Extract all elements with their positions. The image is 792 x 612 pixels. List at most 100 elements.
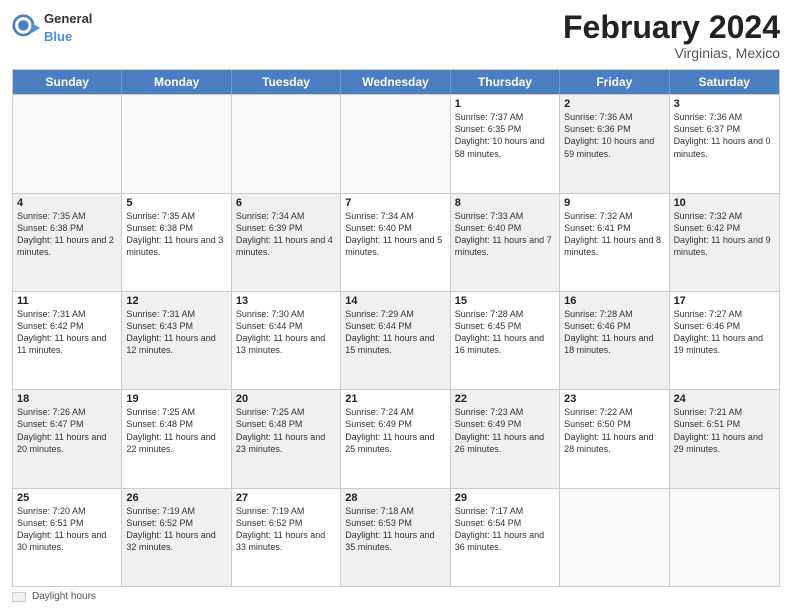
day-number: 25 xyxy=(17,492,117,504)
calendar-cell: 8Sunrise: 7:33 AM Sunset: 6:40 PM Daylig… xyxy=(451,194,560,291)
day-number: 7 xyxy=(345,197,445,209)
daylight-legend-box xyxy=(12,592,26,602)
day-info: Sunrise: 7:24 AM Sunset: 6:49 PM Dayligh… xyxy=(345,406,445,455)
calendar-header-cell: Saturday xyxy=(670,70,779,94)
day-info: Sunrise: 7:21 AM Sunset: 6:51 PM Dayligh… xyxy=(674,406,775,455)
month-title: February 2024 xyxy=(563,10,780,45)
day-number: 29 xyxy=(455,492,555,504)
calendar-cell: 14Sunrise: 7:29 AM Sunset: 6:44 PM Dayli… xyxy=(341,292,450,389)
calendar-cell: 23Sunrise: 7:22 AM Sunset: 6:50 PM Dayli… xyxy=(560,390,669,487)
day-number: 16 xyxy=(564,295,664,307)
calendar-cell: 13Sunrise: 7:30 AM Sunset: 6:44 PM Dayli… xyxy=(232,292,341,389)
day-number: 4 xyxy=(17,197,117,209)
calendar-cell: 20Sunrise: 7:25 AM Sunset: 6:48 PM Dayli… xyxy=(232,390,341,487)
day-info: Sunrise: 7:34 AM Sunset: 6:39 PM Dayligh… xyxy=(236,210,336,259)
day-number: 17 xyxy=(674,295,775,307)
day-info: Sunrise: 7:31 AM Sunset: 6:42 PM Dayligh… xyxy=(17,308,117,357)
day-info: Sunrise: 7:30 AM Sunset: 6:44 PM Dayligh… xyxy=(236,308,336,357)
day-info: Sunrise: 7:29 AM Sunset: 6:44 PM Dayligh… xyxy=(345,308,445,357)
calendar-cell xyxy=(341,95,450,192)
calendar-cell: 1Sunrise: 7:37 AM Sunset: 6:35 PM Daylig… xyxy=(451,95,560,192)
day-number: 19 xyxy=(126,393,226,405)
calendar-row: 1Sunrise: 7:37 AM Sunset: 6:35 PM Daylig… xyxy=(13,94,779,192)
day-number: 3 xyxy=(674,98,775,110)
calendar: SundayMondayTuesdayWednesdayThursdayFrid… xyxy=(12,69,780,587)
calendar-cell xyxy=(122,95,231,192)
header: General Blue February 2024 Virginias, Me… xyxy=(12,10,780,61)
calendar-cell: 27Sunrise: 7:19 AM Sunset: 6:52 PM Dayli… xyxy=(232,489,341,586)
calendar-cell: 17Sunrise: 7:27 AM Sunset: 6:46 PM Dayli… xyxy=(670,292,779,389)
day-info: Sunrise: 7:19 AM Sunset: 6:52 PM Dayligh… xyxy=(126,505,226,554)
footer: Daylight hours xyxy=(12,591,780,602)
day-number: 1 xyxy=(455,98,555,110)
day-info: Sunrise: 7:22 AM Sunset: 6:50 PM Dayligh… xyxy=(564,406,664,455)
calendar-header-cell: Friday xyxy=(560,70,669,94)
calendar-cell xyxy=(560,489,669,586)
calendar-cell: 9Sunrise: 7:32 AM Sunset: 6:41 PM Daylig… xyxy=(560,194,669,291)
calendar-cell: 10Sunrise: 7:32 AM Sunset: 6:42 PM Dayli… xyxy=(670,194,779,291)
day-number: 2 xyxy=(564,98,664,110)
calendar-cell: 18Sunrise: 7:26 AM Sunset: 6:47 PM Dayli… xyxy=(13,390,122,487)
page: General Blue February 2024 Virginias, Me… xyxy=(0,0,792,612)
calendar-cell: 11Sunrise: 7:31 AM Sunset: 6:42 PM Dayli… xyxy=(13,292,122,389)
calendar-cell xyxy=(232,95,341,192)
day-number: 21 xyxy=(345,393,445,405)
calendar-cell: 12Sunrise: 7:31 AM Sunset: 6:43 PM Dayli… xyxy=(122,292,231,389)
day-number: 15 xyxy=(455,295,555,307)
logo-icon xyxy=(12,14,40,42)
day-info: Sunrise: 7:17 AM Sunset: 6:54 PM Dayligh… xyxy=(455,505,555,554)
calendar-header-cell: Wednesday xyxy=(341,70,450,94)
day-info: Sunrise: 7:35 AM Sunset: 6:38 PM Dayligh… xyxy=(17,210,117,259)
day-info: Sunrise: 7:36 AM Sunset: 6:37 PM Dayligh… xyxy=(674,111,775,160)
daylight-label: Daylight hours xyxy=(32,591,96,602)
day-info: Sunrise: 7:25 AM Sunset: 6:48 PM Dayligh… xyxy=(126,406,226,455)
calendar-cell: 16Sunrise: 7:28 AM Sunset: 6:46 PM Dayli… xyxy=(560,292,669,389)
calendar-header-cell: Monday xyxy=(122,70,231,94)
calendar-row: 18Sunrise: 7:26 AM Sunset: 6:47 PM Dayli… xyxy=(13,389,779,487)
calendar-header-cell: Thursday xyxy=(451,70,560,94)
calendar-cell: 2Sunrise: 7:36 AM Sunset: 6:36 PM Daylig… xyxy=(560,95,669,192)
day-number: 10 xyxy=(674,197,775,209)
logo: General Blue xyxy=(12,10,92,46)
calendar-cell: 24Sunrise: 7:21 AM Sunset: 6:51 PM Dayli… xyxy=(670,390,779,487)
calendar-cell: 26Sunrise: 7:19 AM Sunset: 6:52 PM Dayli… xyxy=(122,489,231,586)
day-info: Sunrise: 7:25 AM Sunset: 6:48 PM Dayligh… xyxy=(236,406,336,455)
day-info: Sunrise: 7:28 AM Sunset: 6:46 PM Dayligh… xyxy=(564,308,664,357)
calendar-cell: 25Sunrise: 7:20 AM Sunset: 6:51 PM Dayli… xyxy=(13,489,122,586)
day-info: Sunrise: 7:23 AM Sunset: 6:49 PM Dayligh… xyxy=(455,406,555,455)
calendar-header-cell: Sunday xyxy=(13,70,122,94)
calendar-header-cell: Tuesday xyxy=(232,70,341,94)
day-info: Sunrise: 7:33 AM Sunset: 6:40 PM Dayligh… xyxy=(455,210,555,259)
logo-general-text: General Blue xyxy=(44,10,92,46)
day-info: Sunrise: 7:27 AM Sunset: 6:46 PM Dayligh… xyxy=(674,308,775,357)
calendar-cell: 29Sunrise: 7:17 AM Sunset: 6:54 PM Dayli… xyxy=(451,489,560,586)
day-number: 24 xyxy=(674,393,775,405)
calendar-cell: 6Sunrise: 7:34 AM Sunset: 6:39 PM Daylig… xyxy=(232,194,341,291)
calendar-cell: 21Sunrise: 7:24 AM Sunset: 6:49 PM Dayli… xyxy=(341,390,450,487)
day-number: 12 xyxy=(126,295,226,307)
calendar-body: 1Sunrise: 7:37 AM Sunset: 6:35 PM Daylig… xyxy=(13,94,779,586)
day-info: Sunrise: 7:26 AM Sunset: 6:47 PM Dayligh… xyxy=(17,406,117,455)
day-info: Sunrise: 7:19 AM Sunset: 6:52 PM Dayligh… xyxy=(236,505,336,554)
location-subtitle: Virginias, Mexico xyxy=(563,45,780,61)
calendar-row: 11Sunrise: 7:31 AM Sunset: 6:42 PM Dayli… xyxy=(13,291,779,389)
day-info: Sunrise: 7:37 AM Sunset: 6:35 PM Dayligh… xyxy=(455,111,555,160)
calendar-cell: 19Sunrise: 7:25 AM Sunset: 6:48 PM Dayli… xyxy=(122,390,231,487)
calendar-row: 25Sunrise: 7:20 AM Sunset: 6:51 PM Dayli… xyxy=(13,488,779,586)
day-number: 8 xyxy=(455,197,555,209)
day-info: Sunrise: 7:18 AM Sunset: 6:53 PM Dayligh… xyxy=(345,505,445,554)
day-number: 26 xyxy=(126,492,226,504)
calendar-cell xyxy=(13,95,122,192)
day-number: 18 xyxy=(17,393,117,405)
calendar-header-row: SundayMondayTuesdayWednesdayThursdayFrid… xyxy=(13,70,779,94)
day-number: 20 xyxy=(236,393,336,405)
calendar-cell: 15Sunrise: 7:28 AM Sunset: 6:45 PM Dayli… xyxy=(451,292,560,389)
day-info: Sunrise: 7:36 AM Sunset: 6:36 PM Dayligh… xyxy=(564,111,664,160)
calendar-cell: 7Sunrise: 7:34 AM Sunset: 6:40 PM Daylig… xyxy=(341,194,450,291)
title-section: February 2024 Virginias, Mexico xyxy=(563,10,780,61)
day-info: Sunrise: 7:34 AM Sunset: 6:40 PM Dayligh… xyxy=(345,210,445,259)
day-number: 11 xyxy=(17,295,117,307)
calendar-cell: 22Sunrise: 7:23 AM Sunset: 6:49 PM Dayli… xyxy=(451,390,560,487)
day-number: 27 xyxy=(236,492,336,504)
calendar-cell: 5Sunrise: 7:35 AM Sunset: 6:38 PM Daylig… xyxy=(122,194,231,291)
